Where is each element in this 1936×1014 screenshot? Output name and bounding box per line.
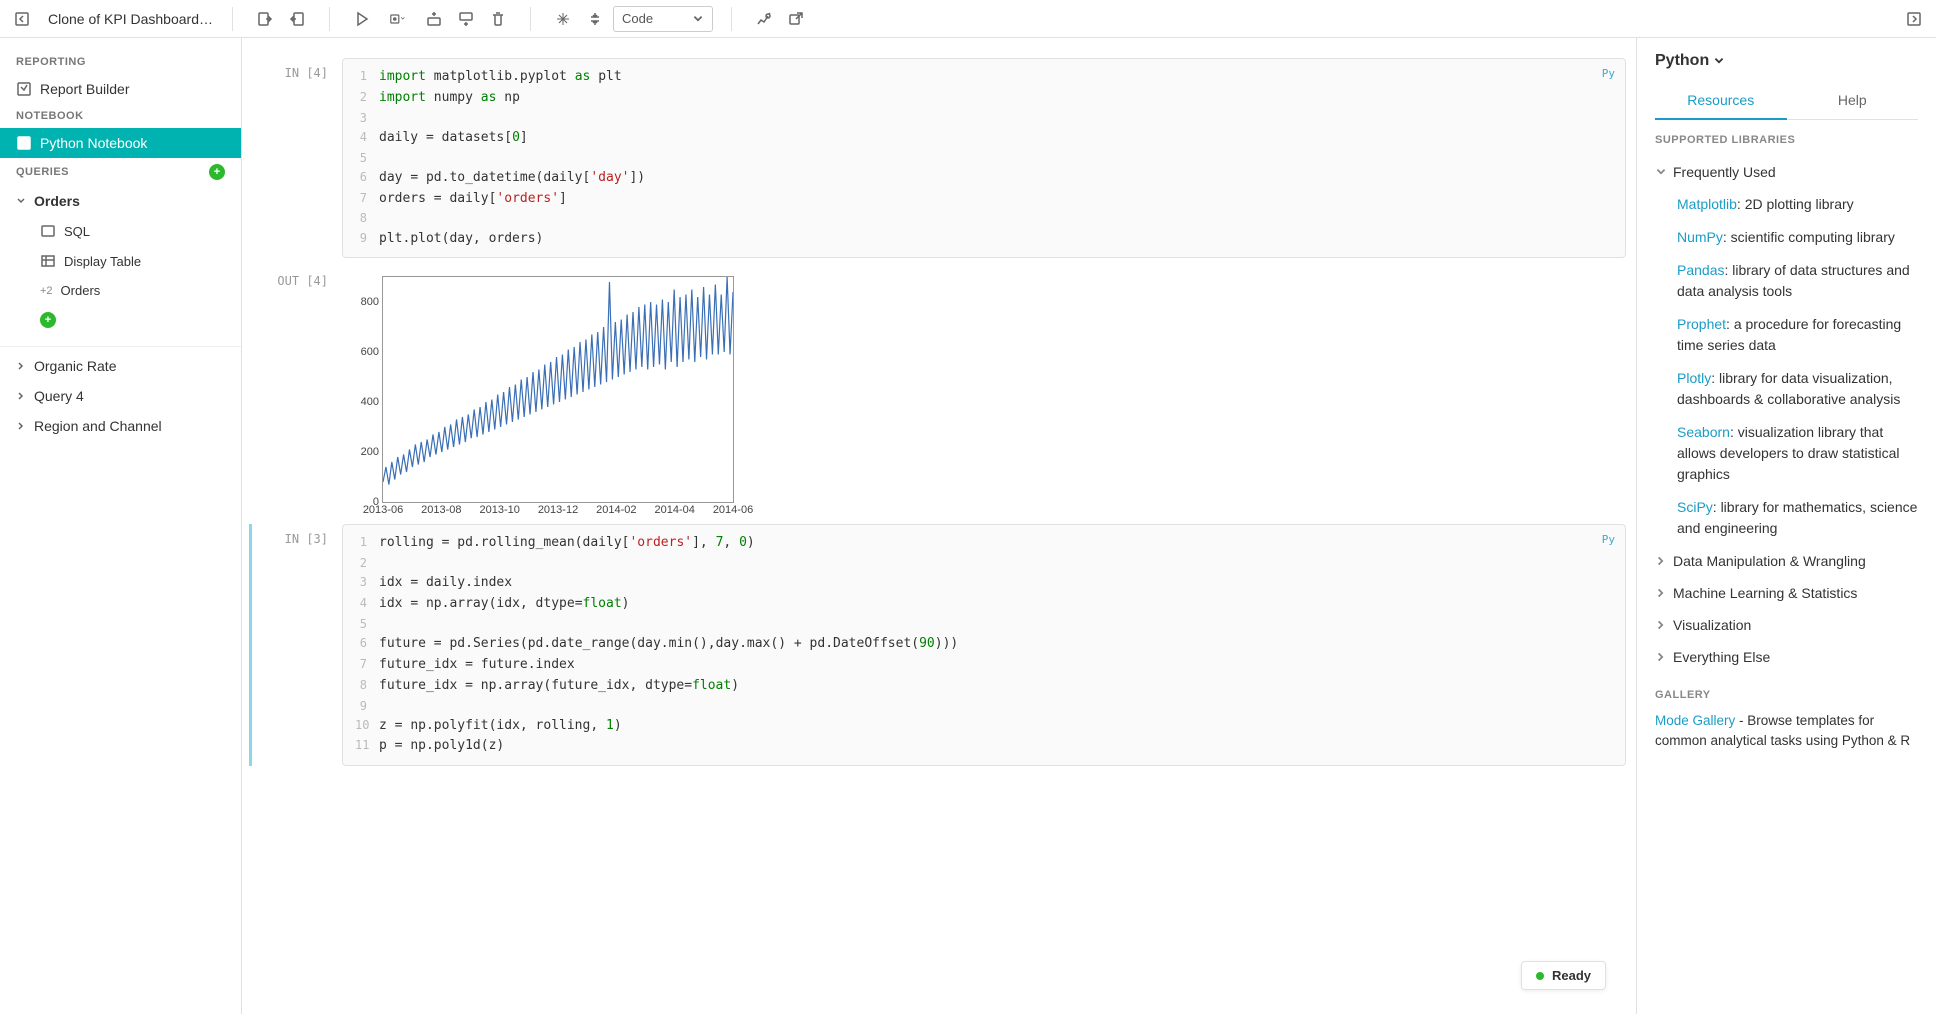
- library-item[interactable]: Matplotlib: 2D plotting library: [1655, 188, 1918, 221]
- cell-prompt: IN [4]: [252, 58, 342, 258]
- supported-libraries-label: SUPPORTED LIBRARIES: [1655, 134, 1918, 146]
- add-sub-button[interactable]: +: [40, 312, 56, 328]
- chart-output: 0200400600800 2013-062013-082013-102013-…: [382, 276, 734, 503]
- sidebar-item-display-table[interactable]: Display Table: [0, 246, 241, 276]
- collapse-right-button[interactable]: [1900, 5, 1928, 33]
- cell-in-4[interactable]: IN [4] Py 1import matplotlib.pyplot as p…: [252, 58, 1626, 258]
- right-sidebar: Python Resources Help SUPPORTED LIBRARIE…: [1636, 38, 1936, 1014]
- library-group[interactable]: Visualization: [1655, 609, 1918, 641]
- status-dot-icon: [1536, 972, 1544, 980]
- code-input[interactable]: Py 1rolling = pd.rolling_mean(daily['ord…: [342, 524, 1626, 766]
- notebook-icon: [16, 135, 32, 151]
- cell-in-3[interactable]: IN [3] Py 1rolling = pd.rolling_mean(dai…: [249, 524, 1626, 766]
- chevron-down-icon: [1713, 55, 1725, 67]
- chevron-down-icon: [16, 195, 26, 207]
- chevron-right-icon: [16, 420, 26, 432]
- chart-settings-button[interactable]: [750, 5, 778, 33]
- report-builder-icon: [16, 81, 32, 97]
- group-label: Frequently Used: [1673, 164, 1776, 180]
- notebook-area: IN [4] Py 1import matplotlib.pyplot as p…: [242, 38, 1636, 1014]
- left-sidebar: REPORTING Report Builder NOTEBOOK Python…: [0, 38, 242, 1014]
- gallery-label: GALLERY: [1655, 689, 1918, 701]
- tab-help[interactable]: Help: [1787, 82, 1919, 119]
- export-button[interactable]: [283, 5, 311, 33]
- sidebar-item-region-channel[interactable]: Region and Channel: [0, 411, 241, 441]
- environment-label: Python: [1655, 52, 1709, 70]
- cell-prompt: IN [3]: [252, 524, 342, 766]
- table-icon: [40, 253, 56, 269]
- add-cell-above-button[interactable]: [420, 5, 448, 33]
- line-chart: [383, 277, 733, 502]
- star-button[interactable]: [549, 5, 577, 33]
- sidebar-item-organic-rate[interactable]: Organic Rate: [0, 351, 241, 381]
- sidebar-item-sql[interactable]: SQL: [0, 216, 241, 246]
- run-options-button[interactable]: [380, 5, 416, 33]
- language-badge: Py: [1602, 65, 1615, 83]
- add-query-button[interactable]: +: [209, 164, 225, 180]
- library-item[interactable]: NumPy: scientific computing library: [1655, 221, 1918, 254]
- library-item[interactable]: Plotly: library for data visualization, …: [1655, 362, 1918, 416]
- mode-gallery-link[interactable]: Mode Gallery: [1655, 713, 1735, 728]
- merge-button[interactable]: [581, 5, 609, 33]
- library-item[interactable]: SciPy: library for mathematics, science …: [1655, 491, 1918, 545]
- gallery-description: Mode Gallery - Browse templates for comm…: [1655, 711, 1918, 752]
- sidebar-item-python-notebook[interactable]: Python Notebook: [0, 128, 241, 158]
- cell-type-dropdown[interactable]: Code: [613, 6, 713, 32]
- group-frequently-used[interactable]: Frequently Used: [1655, 156, 1918, 188]
- library-group[interactable]: Everything Else: [1655, 641, 1918, 673]
- sidebar-item-label: Orders: [34, 193, 80, 209]
- import-button[interactable]: [251, 5, 279, 33]
- sidebar-item-label: Report Builder: [40, 81, 130, 97]
- tab-resources[interactable]: Resources: [1655, 82, 1787, 120]
- sidebar-item-report-builder[interactable]: Report Builder: [0, 74, 241, 104]
- library-item[interactable]: Prophet: a procedure for forecasting tim…: [1655, 308, 1918, 362]
- library-item[interactable]: Pandas: library of data structures and d…: [1655, 254, 1918, 308]
- cell-type-value: Code: [622, 11, 653, 26]
- chevron-right-icon: [16, 390, 26, 402]
- queries-section-label: QUERIES: [16, 166, 69, 178]
- sidebar-item-label: Region and Channel: [34, 418, 162, 434]
- sql-icon: [40, 223, 56, 239]
- library-group[interactable]: Data Manipulation & Wrangling: [1655, 545, 1918, 577]
- sidebar-item-label: Organic Rate: [34, 358, 116, 374]
- sidebar-item-label: Python Notebook: [40, 135, 147, 151]
- chevron-down-icon: [1655, 166, 1667, 178]
- sidebar-item-label: Display Table: [64, 254, 141, 269]
- chevron-down-icon: [692, 13, 704, 25]
- code-input[interactable]: Py 1import matplotlib.pyplot as plt2impo…: [342, 58, 1626, 258]
- reporting-section-label: REPORTING: [0, 50, 241, 74]
- delete-cell-button[interactable]: [484, 5, 512, 33]
- library-group[interactable]: Machine Learning & Statistics: [1655, 577, 1918, 609]
- status-text: Ready: [1552, 968, 1591, 983]
- sidebar-item-label: SQL: [64, 224, 90, 239]
- sidebar-item-orders[interactable]: Orders: [0, 186, 241, 216]
- run-button[interactable]: [348, 5, 376, 33]
- open-external-button[interactable]: [782, 5, 810, 33]
- kernel-status: Ready: [1521, 961, 1606, 990]
- sidebar-item-label: Query 4: [34, 388, 84, 404]
- cell-out-4: OUT [4] 0200400600800 2013-062013-082013…: [252, 266, 1626, 516]
- language-badge: Py: [1602, 531, 1615, 549]
- library-item[interactable]: Seaborn: visualization library that allo…: [1655, 416, 1918, 491]
- sidebar-item-orders-sub[interactable]: +2 Orders: [0, 276, 241, 305]
- cell-prompt: OUT [4]: [252, 266, 342, 516]
- orders-count-badge: +2: [40, 285, 53, 297]
- chevron-right-icon: [16, 360, 26, 372]
- environment-dropdown[interactable]: Python: [1655, 52, 1918, 70]
- top-toolbar: Clone of KPI Dashboard: SQ... Code: [0, 0, 1936, 38]
- notebook-section-label: NOTEBOOK: [0, 104, 241, 128]
- add-cell-below-button[interactable]: [452, 5, 480, 33]
- sidebar-item-label: Orders: [61, 283, 101, 298]
- sidebar-item-query4[interactable]: Query 4: [0, 381, 241, 411]
- document-title[interactable]: Clone of KPI Dashboard: SQ...: [42, 11, 222, 27]
- back-button[interactable]: [8, 5, 36, 33]
